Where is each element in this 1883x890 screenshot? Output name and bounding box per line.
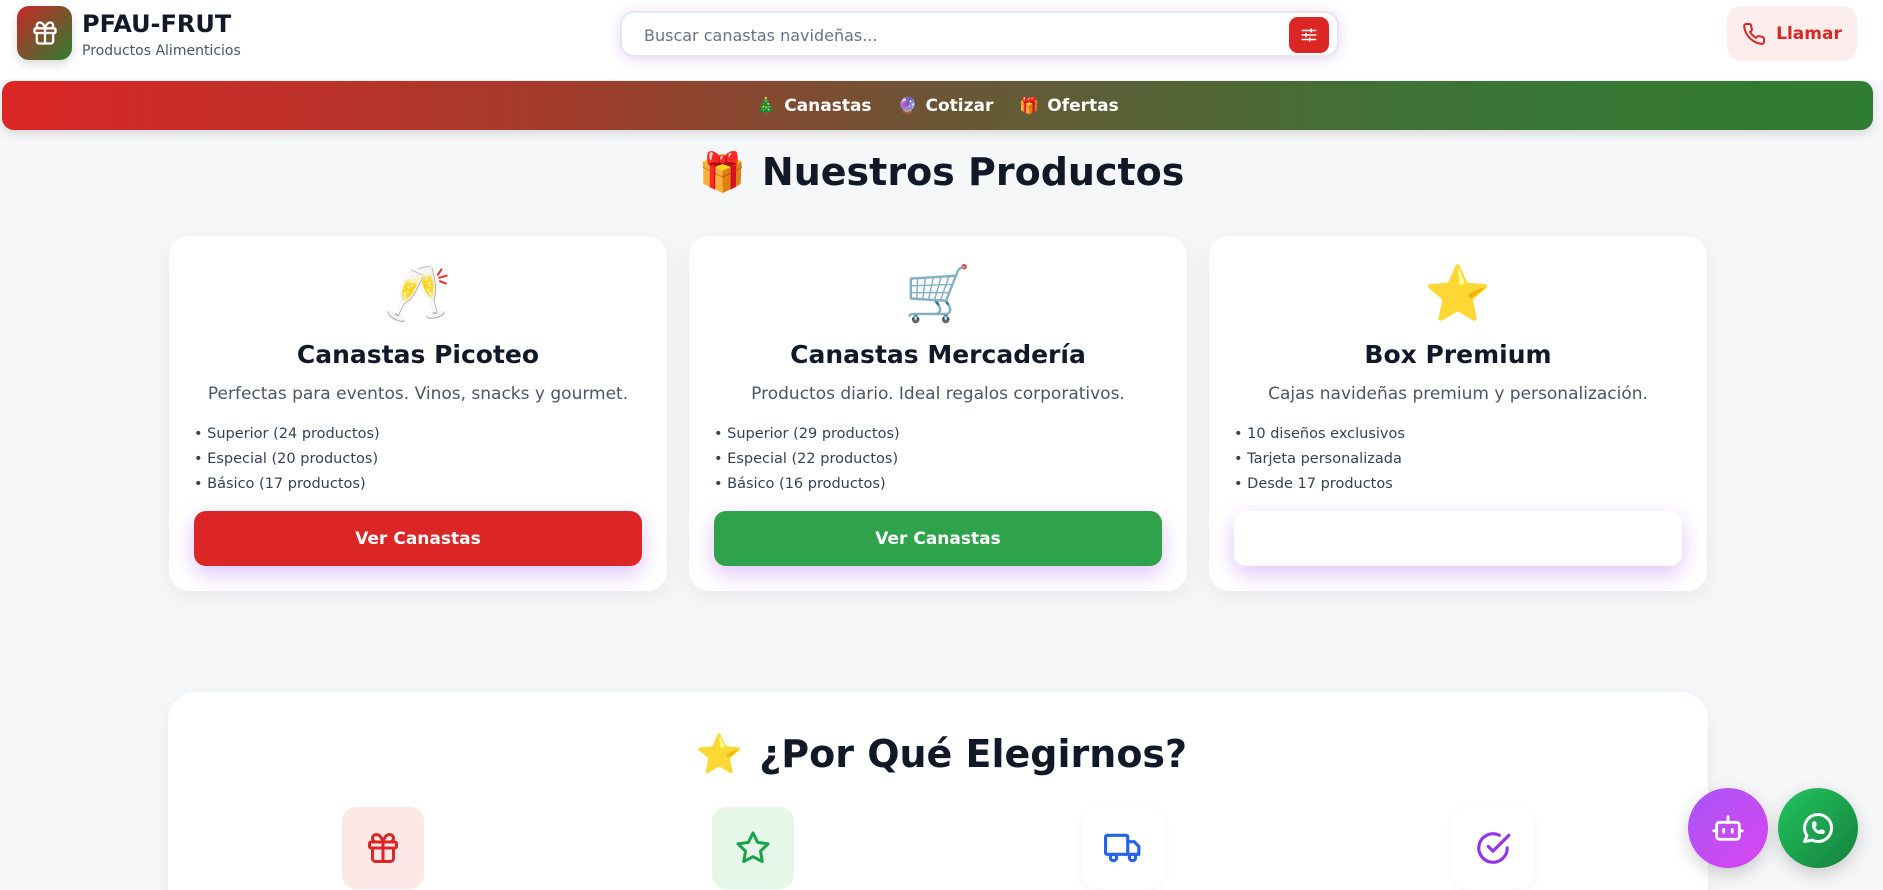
brand-name: PFAU-FRUT bbox=[82, 10, 232, 38]
feature-check bbox=[1452, 807, 1534, 889]
brand-subtitle: Productos Alimenticios bbox=[82, 43, 241, 59]
nav-item-label: Cotizar bbox=[925, 95, 994, 116]
list-item: • Básico (17 productos) bbox=[194, 476, 366, 492]
list-item: • Tarjeta personalizada bbox=[1234, 451, 1402, 467]
box-premium-button[interactable] bbox=[1234, 511, 1682, 566]
nav-item-label: Canastas bbox=[784, 95, 872, 116]
gift-emoji-icon: 🎁 bbox=[698, 150, 746, 194]
list-item: • Superior (29 productos) bbox=[714, 426, 900, 442]
filter-button[interactable] bbox=[1289, 17, 1329, 53]
whatsapp-button[interactable] bbox=[1778, 788, 1858, 868]
call-label: Llamar bbox=[1776, 23, 1842, 44]
card-feature-list: • Superior (29 productos) • Especial (22… bbox=[714, 422, 900, 497]
phone-icon bbox=[1743, 22, 1766, 45]
ver-canastas-mercaderia-button[interactable]: Ver Canastas bbox=[714, 511, 1162, 566]
product-card-picoteo: 🥂 Canastas Picoteo Perfectas para evento… bbox=[169, 236, 667, 591]
why-us-section: ⭐ ¿Por Qué Elegirnos? bbox=[168, 692, 1708, 890]
logo[interactable] bbox=[17, 6, 72, 60]
gift-icon bbox=[32, 21, 57, 45]
feature-gift bbox=[342, 807, 424, 889]
card-description: Perfectas para eventos. Vinos, snacks y … bbox=[207, 384, 629, 404]
card-description: Productos diario. Ideal regalos corporat… bbox=[751, 384, 1125, 404]
card-title: Canastas Mercadería bbox=[790, 340, 1086, 369]
shopping-cart-icon: 🛒 bbox=[904, 262, 972, 325]
nav-item-cotizar[interactable]: 🔮 Cotizar bbox=[898, 96, 994, 116]
list-item: • Básico (16 productos) bbox=[714, 476, 886, 492]
list-item: • Superior (24 productos) bbox=[194, 426, 380, 442]
gift-emoji-icon: 🎁 bbox=[1019, 96, 1040, 115]
product-card-box-premium: ⭐ Box Premium Cajas navideñas premium y … bbox=[1209, 236, 1707, 591]
card-title: Box Premium bbox=[1364, 340, 1552, 369]
list-item: • Desde 17 productos bbox=[1234, 476, 1393, 492]
champagne-icon: 🥂 bbox=[384, 262, 452, 325]
call-button[interactable]: Llamar bbox=[1727, 6, 1857, 61]
crystal-ball-icon: 🔮 bbox=[897, 96, 918, 115]
header: PFAU-FRUT Productos Alimenticios Llamar bbox=[0, 0, 1883, 80]
product-card-mercaderia: 🛒 Canastas Mercadería Productos diario. … bbox=[689, 236, 1187, 591]
check-circle-icon bbox=[1477, 832, 1511, 864]
star-icon: ⭐ bbox=[1424, 262, 1492, 325]
star-icon bbox=[736, 831, 770, 864]
main-nav: 🎄 Canastas 🔮 Cotizar 🎁 Ofertas bbox=[2, 81, 1873, 130]
why-title: ¿Por Qué Elegirnos? bbox=[759, 732, 1188, 776]
sliders-icon bbox=[1301, 28, 1317, 42]
chatbot-button[interactable] bbox=[1688, 788, 1768, 868]
list-item: • Especial (20 productos) bbox=[194, 451, 379, 467]
tree-icon: 🎄 bbox=[756, 96, 777, 115]
products-title: Nuestros Productos bbox=[761, 150, 1185, 194]
nav-item-ofertas[interactable]: 🎁 Ofertas bbox=[1019, 96, 1118, 116]
nav-item-label: Ofertas bbox=[1047, 95, 1119, 116]
whatsapp-icon bbox=[1803, 813, 1834, 844]
list-item: • 10 diseños exclusivos bbox=[1234, 426, 1405, 442]
card-title: Canastas Picoteo bbox=[296, 340, 540, 369]
feature-star bbox=[712, 807, 794, 889]
card-feature-list: • 10 diseños exclusivos • Tarjeta person… bbox=[1234, 422, 1405, 497]
feature-truck bbox=[1082, 807, 1164, 889]
gift-icon bbox=[368, 833, 398, 863]
card-description: Cajas navideñas premium y personalizació… bbox=[1268, 384, 1648, 404]
search-input[interactable] bbox=[644, 22, 1264, 48]
card-feature-list: • Superior (24 productos) • Especial (20… bbox=[194, 422, 380, 497]
search-bar bbox=[620, 11, 1339, 57]
why-heading: ⭐ ¿Por Qué Elegirnos? bbox=[0, 732, 1883, 777]
bot-icon bbox=[1712, 815, 1744, 841]
list-item: • Especial (22 productos) bbox=[714, 451, 899, 467]
ver-canastas-picoteo-button[interactable]: Ver Canastas bbox=[194, 511, 642, 566]
truck-icon bbox=[1104, 833, 1141, 863]
products-heading: 🎁 Nuestros Productos bbox=[0, 150, 1883, 195]
star-emoji-icon: ⭐ bbox=[695, 732, 744, 776]
nav-item-canastas[interactable]: 🎄 Canastas bbox=[756, 96, 871, 116]
